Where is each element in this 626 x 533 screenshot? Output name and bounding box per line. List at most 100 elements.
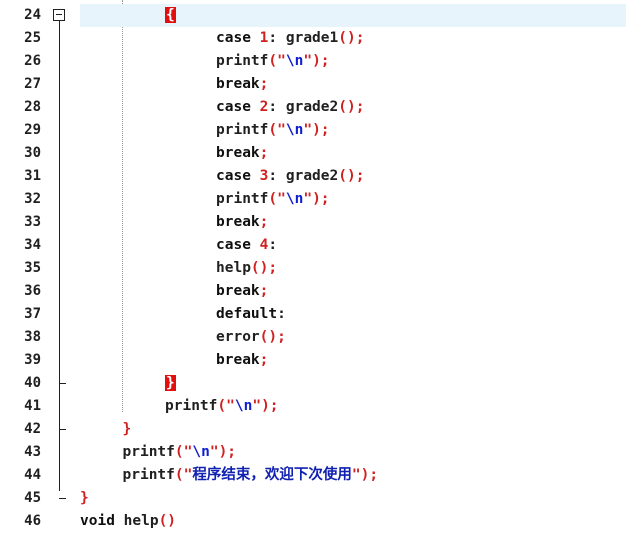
code-token: }	[165, 375, 176, 391]
code-line[interactable]: 29 printf("\n");	[0, 119, 626, 142]
code-line[interactable]: 38 error();	[0, 326, 626, 349]
code-line[interactable]: 27 break;	[0, 73, 626, 96]
code-text: printf("\n");	[216, 50, 330, 73]
code-token: ()	[259, 329, 278, 345]
line-number: 42	[24, 421, 41, 437]
code-token: break	[216, 76, 260, 92]
code-token: ;	[227, 444, 237, 460]
code-line[interactable]: 42}	[0, 418, 626, 441]
line-number: 34	[24, 237, 41, 253]
code-line[interactable]: 31 case 3: grade2();	[0, 165, 626, 188]
code-token: ;	[259, 145, 269, 161]
code-text: printf("程序结束，欢迎下次使用");	[123, 464, 379, 487]
code-token: ()	[338, 168, 356, 184]
code-token: void	[80, 513, 115, 529]
code-token: )	[312, 53, 321, 69]
code-line[interactable]: 40}	[0, 372, 626, 395]
line-number: 31	[24, 168, 41, 184]
code-token: :	[277, 306, 286, 322]
code-token: (	[268, 122, 278, 138]
code-token: break	[216, 214, 260, 230]
code-line[interactable]: 26 printf("\n");	[0, 50, 626, 73]
code-text: printf("\n");	[123, 441, 237, 464]
code-token: ;	[259, 76, 269, 92]
code-editor[interactable]: 24{25 case 1: grade1(); 26 printf("\n"); 27 b…	[0, 0, 626, 529]
code-token: \n	[285, 122, 304, 138]
code-line[interactable]: 24 {	[0, 4, 626, 27]
code-text: case 4:	[216, 234, 277, 257]
code-line[interactable]: 46 void help()	[0, 510, 626, 533]
line-number: 36	[24, 283, 41, 299]
line-number: 29	[24, 122, 41, 138]
code-line[interactable]: 41 printf("\n");	[0, 395, 626, 418]
fold-collapse-icon[interactable]	[53, 9, 65, 21]
code-text: printf("\n");	[216, 188, 330, 211]
code-token: case	[216, 237, 251, 253]
code-line[interactable]: 44 printf("程序结束，欢迎下次使用");	[0, 464, 626, 487]
code-token: (	[268, 53, 278, 69]
code-token: \n	[192, 444, 210, 460]
code-token: :	[268, 99, 278, 115]
code-token: break	[216, 352, 260, 368]
fold-end-marker	[59, 498, 66, 499]
line-number: 46	[24, 513, 41, 529]
code-token: case	[216, 168, 251, 184]
code-line[interactable]: 34 case 4:	[0, 234, 626, 257]
code-token: printf	[216, 122, 269, 138]
code-text: help();	[216, 257, 277, 280]
code-line[interactable]: 33 break;	[0, 211, 626, 234]
line-number: 38	[24, 329, 41, 345]
code-line[interactable]: 45}	[0, 487, 626, 510]
code-token: )	[218, 444, 228, 460]
code-line[interactable]: 32 printf("\n");	[0, 188, 626, 211]
code-token: ;	[355, 30, 365, 46]
current-line-highlight	[80, 4, 626, 27]
code-line[interactable]: 30 break;	[0, 142, 626, 165]
code-text: break;	[216, 349, 268, 372]
code-token: \n	[234, 398, 253, 414]
code-token: (	[174, 467, 184, 483]
code-token: printf	[122, 467, 175, 483]
code-token: ;	[320, 191, 330, 207]
code-token: )	[312, 191, 321, 207]
code-token: "	[226, 398, 235, 414]
code-token: "	[303, 122, 313, 138]
code-text: }	[123, 418, 132, 441]
code-text: break;	[216, 280, 268, 303]
line-number: 43	[24, 444, 41, 460]
code-token: ;	[369, 467, 379, 483]
line-number: 30	[24, 145, 41, 161]
code-text: break;	[216, 142, 268, 165]
fold-end-marker	[59, 383, 66, 384]
code-token: )	[261, 398, 270, 414]
code-token: grade2	[277, 168, 339, 184]
code-text: error();	[216, 326, 286, 349]
line-number: 35	[24, 260, 41, 276]
code-token: ;	[259, 352, 269, 368]
code-line[interactable]: 37 default:	[0, 303, 626, 326]
code-line[interactable]: 35 help();	[0, 257, 626, 280]
code-token: ;	[320, 53, 330, 69]
code-line[interactable]: 36 break;	[0, 280, 626, 303]
line-number: 44	[24, 467, 41, 483]
code-line[interactable]: 25 case 1: grade1();	[0, 27, 626, 50]
code-line[interactable]: 43 printf("\n");	[0, 441, 626, 464]
code-line[interactable]: 28 case 2: grade2();	[0, 96, 626, 119]
code-token: ()	[158, 513, 177, 529]
code-token: {	[165, 7, 176, 23]
code-token: case	[216, 30, 251, 46]
code-token: :	[268, 168, 278, 184]
code-token: ()	[250, 260, 269, 276]
code-token: help	[216, 260, 251, 276]
code-text: {	[165, 4, 176, 27]
code-token: printf	[165, 398, 218, 414]
code-token: "	[209, 444, 219, 460]
code-line[interactable]: 39 break;	[0, 349, 626, 372]
code-text: }	[165, 372, 176, 395]
code-token: grade1	[277, 30, 339, 46]
code-text: case 3: grade2();	[216, 165, 364, 188]
line-number: 40	[24, 375, 41, 391]
